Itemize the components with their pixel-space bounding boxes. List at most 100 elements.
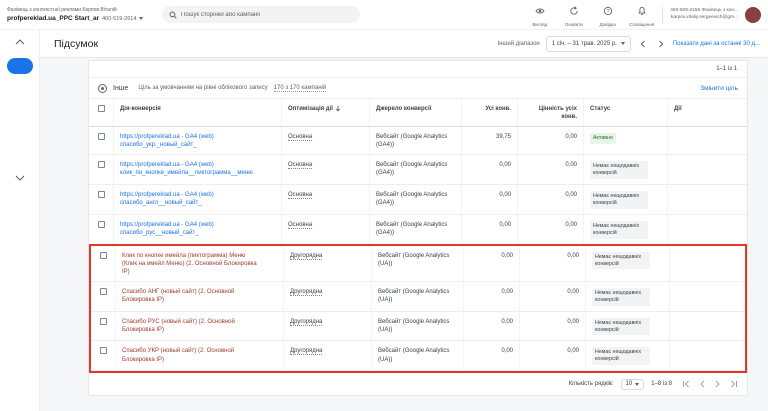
table-body: https://profpereklad.ua - GA4 (web) спаси… (89, 127, 747, 245)
page-title: Підсумок (54, 37, 99, 50)
optimization-value[interactable]: Другорядна (290, 348, 323, 356)
avatar[interactable] (745, 6, 761, 23)
profile-account-id: 460-509-2156 Фахівець з кон... (670, 8, 738, 14)
source-cell: Вебсайт (Google Analytics (UA)) (371, 341, 463, 371)
change-goal-link[interactable]: Змінити ціль (700, 85, 738, 92)
global-search[interactable] (162, 6, 360, 23)
conv-value-cell: 0,00 (519, 245, 585, 281)
optimization-value[interactable]: Основна (288, 162, 313, 170)
conversion-name[interactable]: https://profpereklad.ua - GA4 (web) клик_… (113, 155, 281, 185)
next-range-button[interactable] (655, 36, 667, 52)
help-label: Довідка (599, 21, 616, 27)
date-range-value: 1 січ. – 31 трав. 2025 р. (551, 40, 617, 47)
row-checkbox[interactable] (97, 161, 105, 169)
chevron-down-icon (15, 175, 24, 181)
row-checkbox[interactable] (97, 191, 105, 199)
conversion-name[interactable]: https://profpereklad.ua - GA4 (web) спаси… (113, 185, 281, 214)
search-input[interactable] (181, 11, 353, 18)
conversion-name[interactable]: https://profpereklad.ua - GA4 (web) спаси… (113, 127, 281, 155)
table-row: https://profpereklad.ua - GA4 (web) спаси… (89, 214, 747, 245)
sort-descending-icon (335, 105, 341, 115)
notifications-label: Сповіщення (629, 21, 655, 27)
status-badge: Активно (590, 133, 616, 145)
last-page-button[interactable] (729, 380, 738, 388)
profile-info: 460-509-2156 Фахівець з кон... karpov.vi… (670, 8, 738, 20)
row-actions-cell (669, 311, 745, 341)
source-cell: Вебсайт (Google Analytics (GA4)) (369, 155, 461, 185)
column-conversion[interactable]: Дія-конверсія (113, 99, 281, 127)
previous-range-button[interactable] (637, 36, 649, 52)
optimization-value[interactable]: Основна (288, 134, 313, 142)
card-top-pagination: 1–1 із 1 (89, 61, 747, 78)
chevron-up-icon (15, 39, 24, 45)
optimization-value[interactable]: Другорядна (290, 252, 323, 260)
help-button[interactable]: ? Довідка (594, 3, 621, 27)
account-name: profpereklad.ua_PPC Start_ar (7, 15, 100, 22)
notifications-button[interactable]: Сповіщення (628, 3, 655, 27)
source-cell: Вебсайт (Google Analytics (GA4)) (369, 214, 461, 244)
conversion-name[interactable]: Спасибо АНГ (новый сайт) (2. Основной Бло… (115, 281, 283, 311)
rows-per-page-select[interactable]: 10 (620, 378, 645, 390)
table-footer: Кількість рядків: 10 1–8 із 8 (89, 372, 747, 395)
chevron-down-icon (620, 42, 625, 45)
optimization-value[interactable]: Основна (288, 221, 313, 229)
source-cell: Вебсайт (Google Analytics (UA)) (371, 311, 463, 341)
row-actions-cell (669, 281, 745, 311)
all-conv-cell: 0,00 (461, 155, 517, 185)
next-page-button[interactable] (714, 380, 721, 388)
select-all-checkbox[interactable] (97, 105, 105, 112)
appearance-button[interactable]: Вигляд (526, 3, 553, 27)
refresh-label: Оновити (564, 21, 583, 27)
sidebar-collapse-button[interactable] (0, 39, 39, 45)
profile-email: karpov.vitaliy.sergeevich@gm... (670, 14, 738, 20)
row-actions-cell (667, 214, 747, 244)
row-checkbox[interactable] (97, 133, 105, 141)
table-row: Спасибо РУС (новый сайт) (2. Основной Бло… (91, 311, 745, 342)
chevron-down-icon (635, 382, 640, 386)
sidebar-expand-button[interactable] (0, 175, 39, 181)
sidebar-item-selected[interactable] (6, 58, 33, 74)
source-cell: Вебсайт (Google Analytics (UA)) (371, 245, 463, 281)
row-checkbox[interactable] (97, 220, 105, 228)
conversion-name[interactable]: https://profpereklad.ua - GA4 (web) спаси… (113, 214, 281, 244)
row-actions-cell (667, 155, 747, 185)
refresh-icon (569, 3, 579, 21)
goal-campaigns-count[interactable]: 170 з 170 кампаній (273, 85, 327, 92)
main-content: 1–1 із 1 Інше Ціль за умовчанням на рівн… (40, 58, 768, 411)
conversion-name[interactable]: Спасибо УКР (новый сайт) (2. Основной Бло… (115, 341, 283, 371)
account-switcher[interactable]: profpereklad.ua_PPC Start_ar 460-519-261… (7, 15, 160, 22)
first-page-button[interactable] (682, 380, 691, 388)
column-source[interactable]: Джерело конверсії (369, 99, 461, 127)
goal-icon (98, 83, 107, 93)
conv-value-cell: 0,00 (519, 341, 585, 371)
refresh-button[interactable]: Оновити (560, 3, 587, 27)
row-checkbox[interactable] (99, 347, 107, 355)
table-row: https://profpereklad.ua - GA4 (web) клик_… (89, 155, 747, 186)
row-checkbox[interactable] (99, 317, 107, 325)
previous-page-button[interactable] (699, 380, 706, 388)
all-conv-cell: 0,00 (463, 311, 519, 341)
row-checkbox[interactable] (99, 287, 107, 295)
conversion-name[interactable]: Клик по кнопке имейла (пиктограмма) Меню… (115, 245, 283, 281)
row-actions-cell (667, 127, 747, 155)
goal-description: Ціль за умовчанням на рівні облікового з… (138, 85, 268, 91)
column-status[interactable]: Статус (583, 99, 667, 127)
optimization-value[interactable]: Другорядна (290, 318, 323, 326)
conversion-name[interactable]: Спасибо РУС (новый сайт) (2. Основной Бло… (115, 311, 283, 341)
column-optimization[interactable]: Оптимізація дії (281, 99, 369, 127)
top-bar: Фахівець з контекстної реклами Карпов Ві… (0, 0, 768, 30)
status-badge: Немає нещодавніх конверсій (592, 251, 650, 270)
all-conv-cell: 0,00 (461, 185, 517, 214)
date-range-select[interactable]: 1 січ. – 31 трав. 2025 р. (545, 35, 631, 52)
column-actions: Дії (667, 99, 747, 127)
conv-value-cell: 0,00 (519, 281, 585, 311)
conv-value-cell: 0,00 (517, 155, 583, 185)
optimization-value[interactable]: Другорядна (290, 288, 323, 296)
column-conv-value[interactable]: Цінність усіх конв. (517, 99, 583, 127)
column-all-conv[interactable]: Усі конв. (461, 99, 517, 127)
show-last-30-days-link[interactable]: Показати дані за останні 30 д... (673, 41, 760, 47)
row-actions-cell (667, 185, 747, 214)
optimization-value[interactable]: Основна (288, 192, 313, 200)
row-checkbox[interactable] (99, 251, 107, 259)
status-badge: Немає нещодавніх конверсій (592, 347, 650, 366)
